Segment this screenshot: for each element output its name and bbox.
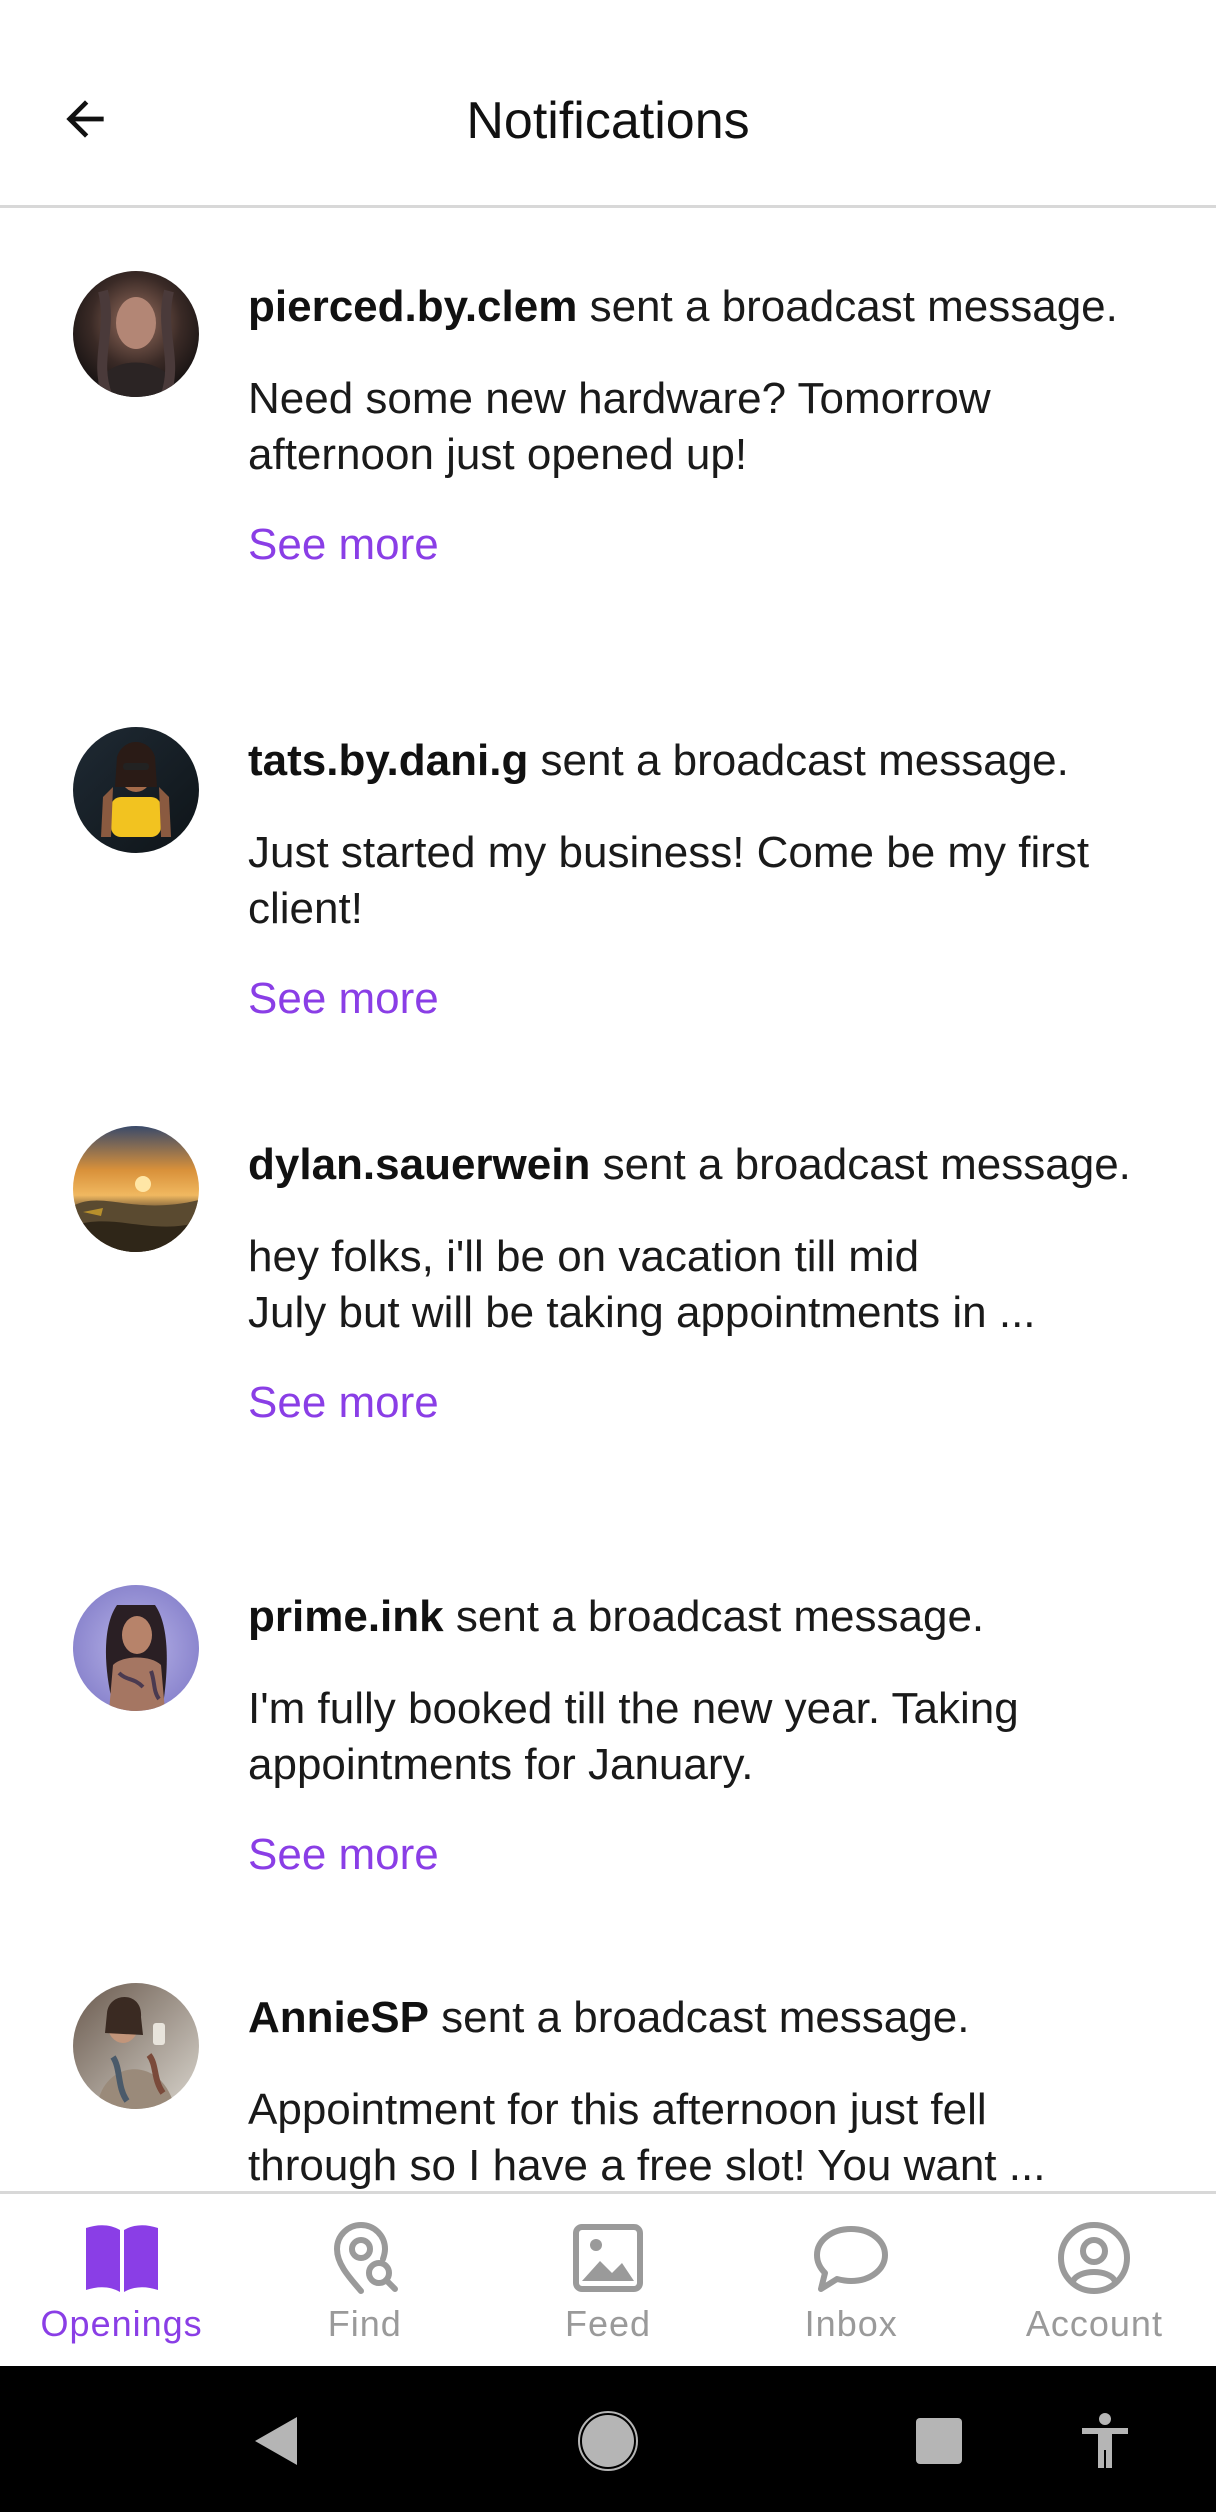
- notification-body: dylan.sauerwein sent a broadcast message…: [248, 1137, 1158, 1431]
- back-triangle-icon[interactable]: [240, 2406, 310, 2476]
- username[interactable]: prime.ink: [248, 1592, 444, 1641]
- map-pin-search-icon: [324, 2220, 406, 2296]
- action-text: sent a broadcast message.: [428, 1993, 970, 2042]
- notification-body: AnnieSP sent a broadcast message. Appoin…: [248, 1990, 1158, 2191]
- avatar[interactable]: [73, 1983, 199, 2109]
- user-circle-icon: [1053, 2220, 1135, 2296]
- see-more-link[interactable]: See more: [248, 1375, 439, 1431]
- nav-find[interactable]: Find: [243, 2194, 486, 2366]
- action-text: sent a broadcast message.: [443, 1592, 985, 1641]
- notification-header: prime.ink sent a broadcast message.: [248, 1589, 1158, 1645]
- notification-body: pierced.by.clem sent a broadcast message…: [248, 279, 1158, 573]
- nav-label: Inbox: [804, 2303, 898, 2344]
- message-line: Appointment for this afternoon just fell: [248, 2085, 987, 2134]
- username[interactable]: dylan.sauerwein: [248, 1140, 590, 1189]
- book-open-icon: [81, 2220, 163, 2296]
- image-icon: [567, 2220, 649, 2296]
- action-text: sent a broadcast message.: [577, 282, 1118, 331]
- nav-openings[interactable]: Openings: [0, 2194, 243, 2366]
- system-navigation-bar: [0, 2366, 1216, 2512]
- notification-header: pierced.by.clem sent a broadcast message…: [248, 279, 1158, 335]
- notification-header: AnnieSP sent a broadcast message.: [248, 1990, 1158, 2046]
- nav-label: Feed: [564, 2303, 652, 2344]
- page-title: Notifications: [466, 92, 750, 150]
- recents-square-icon[interactable]: [904, 2406, 974, 2476]
- see-more-link[interactable]: See more: [248, 517, 439, 573]
- nav-label: Find: [327, 2303, 402, 2344]
- avatar[interactable]: [73, 727, 199, 853]
- see-more-link[interactable]: See more: [248, 1827, 439, 1883]
- notification-header: dylan.sauerwein sent a broadcast message…: [248, 1137, 1158, 1193]
- action-text: sent a broadcast message.: [590, 1140, 1131, 1189]
- home-circle-icon[interactable]: [573, 2406, 643, 2476]
- app-header: Notifications: [0, 0, 1216, 208]
- nav-feed[interactable]: Feed: [486, 2194, 729, 2366]
- nav-label: Openings: [40, 2303, 203, 2344]
- nav-account[interactable]: Account: [973, 2194, 1216, 2366]
- message-line: July but will be taking appointments in …: [248, 1288, 1036, 1337]
- message-text: Appointment for this afternoon just fell…: [248, 2082, 1158, 2191]
- username[interactable]: pierced.by.clem: [248, 282, 577, 331]
- notification-body: tats.by.dani.g sent a broadcast message.…: [248, 733, 1158, 1027]
- message-text: hey folks, i'll be on vacation till mid …: [248, 1229, 1158, 1341]
- message-text: Need some new hardware? Tomorrow afterno…: [248, 374, 991, 479]
- username[interactable]: AnnieSP: [248, 1993, 429, 2042]
- avatar[interactable]: [73, 1585, 199, 1711]
- bottom-navigation: Openings Find Feed Inbox Account: [0, 2191, 1216, 2366]
- notifications-list[interactable]: pierced.by.clem sent a broadcast message…: [0, 211, 1216, 2191]
- chat-bubble-icon: [810, 2220, 892, 2296]
- message-line: through so I have a free slot! You want …: [248, 2141, 1046, 2190]
- action-text: sent a broadcast message.: [528, 736, 1069, 785]
- notification-header: tats.by.dani.g sent a broadcast message.: [248, 733, 1158, 789]
- avatar[interactable]: [73, 1126, 199, 1252]
- message-line: hey folks, i'll be on vacation till mid: [248, 1232, 920, 1281]
- nav-label: Account: [1025, 2303, 1163, 2344]
- notification-body: prime.ink sent a broadcast message. I'm …: [248, 1589, 1158, 1883]
- nav-inbox[interactable]: Inbox: [730, 2194, 973, 2366]
- avatar[interactable]: [73, 271, 199, 397]
- message-text: Just started my business! Come be my fir…: [248, 828, 1090, 933]
- see-more-link[interactable]: See more: [248, 971, 439, 1027]
- username[interactable]: tats.by.dani.g: [248, 736, 528, 785]
- accessibility-icon[interactable]: [1070, 2406, 1140, 2476]
- message-text: I'm fully booked till the new year. Taki…: [248, 1684, 1019, 1789]
